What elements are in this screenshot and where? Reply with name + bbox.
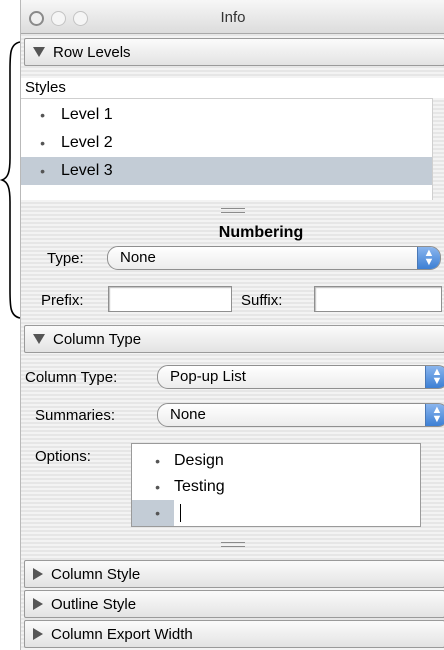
split-view-handle[interactable] bbox=[221, 208, 245, 213]
prefix-label: Prefix: bbox=[41, 292, 84, 309]
outline-style-header[interactable]: Outline Style bbox=[24, 590, 444, 618]
disclosure-triangle-right-icon bbox=[33, 598, 43, 610]
column-type-popup[interactable]: Pop-up List ▲ ▼ bbox=[157, 365, 444, 389]
popup-stepper-icon: ▲ ▼ bbox=[425, 366, 444, 388]
popup-stepper-icon: ▲ ▼ bbox=[425, 404, 444, 426]
options-item-label: Testing bbox=[174, 478, 225, 495]
column-style-header[interactable]: Column Style bbox=[24, 560, 444, 588]
styles-item-level-3[interactable]: • Level 3 bbox=[21, 157, 432, 185]
styles-item-label: Level 2 bbox=[61, 134, 113, 151]
bullet-icon: • bbox=[155, 479, 160, 495]
column-style-label: Column Style bbox=[51, 565, 141, 583]
summaries-value: None bbox=[170, 406, 206, 423]
disclosure-triangle-down-icon bbox=[33, 47, 45, 57]
column-type-label: Column Type: bbox=[25, 369, 118, 386]
column-export-width-label: Column Export Width bbox=[51, 625, 193, 643]
options-item-new[interactable]: • bbox=[132, 500, 420, 526]
row-levels-header[interactable]: Row Levels bbox=[24, 38, 444, 66]
brace-annotation bbox=[0, 41, 21, 319]
options-item-label: Design bbox=[174, 452, 224, 469]
column-type-header-label: Column Type bbox=[53, 330, 142, 348]
title-bar[interactable]: Info bbox=[21, 0, 444, 34]
bullet-icon: • bbox=[40, 135, 45, 151]
bullet-icon: • bbox=[155, 505, 160, 521]
styles-item-label: Level 3 bbox=[61, 162, 113, 179]
info-window: Info Row Levels Styles • Level 1 • Level… bbox=[20, 0, 444, 650]
styles-list[interactable]: • Level 1 • Level 2 • Level 3 bbox=[21, 98, 432, 200]
options-item-design[interactable]: • Design bbox=[132, 448, 420, 474]
row-levels-label: Row Levels bbox=[53, 43, 131, 61]
popup-stepper-icon: ▲ ▼ bbox=[417, 247, 440, 269]
options-item-testing[interactable]: • Testing bbox=[132, 474, 420, 500]
styles-item-level-1[interactable]: • Level 1 bbox=[21, 101, 432, 129]
column-type-value: Pop-up List bbox=[170, 368, 246, 385]
disclosure-triangle-right-icon bbox=[33, 628, 43, 640]
numbering-title: Numbering bbox=[218, 224, 304, 241]
summaries-label: Summaries: bbox=[35, 407, 116, 424]
styles-item-level-2[interactable]: • Level 2 bbox=[21, 129, 432, 157]
styles-column-header: Styles bbox=[21, 78, 444, 98]
outline-style-label: Outline Style bbox=[51, 595, 137, 613]
column-export-width-header[interactable]: Column Export Width bbox=[24, 620, 444, 648]
suffix-label: Suffix: bbox=[241, 292, 283, 309]
window-title: Info bbox=[220, 9, 246, 26]
column-type-header[interactable]: Column Type bbox=[24, 325, 444, 353]
bullet-icon: • bbox=[40, 163, 45, 179]
summaries-popup[interactable]: None ▲ ▼ bbox=[157, 403, 444, 427]
disclosure-triangle-right-icon bbox=[33, 568, 43, 580]
type-label: Type: bbox=[47, 250, 84, 267]
options-list[interactable]: • Design • Testing • bbox=[131, 443, 421, 527]
numbering-type-popup[interactable]: None ▲ ▼ bbox=[107, 246, 441, 270]
text-caret bbox=[180, 504, 181, 522]
disclosure-triangle-down-icon bbox=[33, 334, 45, 344]
styles-item-label: Level 1 bbox=[61, 106, 113, 123]
styles-scrollbar[interactable] bbox=[432, 98, 444, 200]
prefix-field[interactable] bbox=[108, 286, 232, 312]
bullet-icon: • bbox=[155, 453, 160, 469]
options-item-edit-field[interactable] bbox=[174, 500, 420, 526]
options-label: Options: bbox=[35, 448, 91, 465]
bullet-icon: • bbox=[40, 107, 45, 123]
split-view-handle[interactable] bbox=[221, 542, 245, 547]
suffix-field[interactable] bbox=[314, 286, 442, 312]
numbering-type-value: None bbox=[120, 249, 156, 266]
